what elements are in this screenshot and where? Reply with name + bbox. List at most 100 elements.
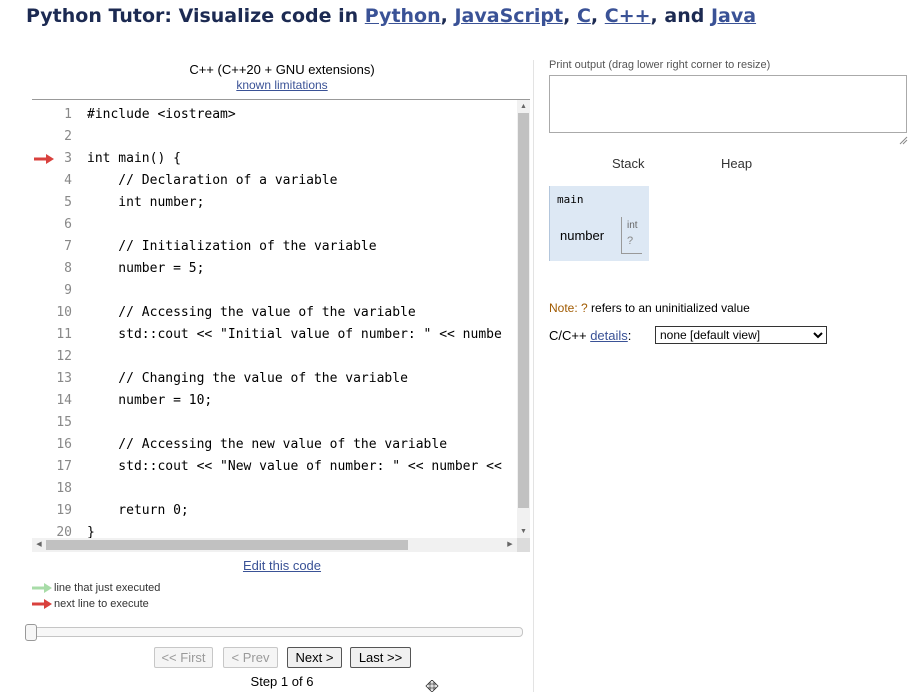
variable-value: ?: [627, 235, 634, 247]
java-link[interactable]: Java: [711, 5, 756, 27]
stack-frame-main: main number int ?: [549, 186, 649, 261]
next-button[interactable]: Next >: [287, 647, 342, 668]
code-line: 9: [32, 280, 515, 302]
code-lines: 1 #include <iostream> 2 3 int main() { 4 // D…: [32, 104, 515, 542]
frame-name: main: [557, 193, 584, 206]
line-number: 17: [56, 459, 72, 474]
code-line: 10 // Accessing the value of the variabl…: [32, 302, 515, 324]
title-sep: ,: [563, 5, 577, 27]
vertical-scrollbar[interactable]: ▲ ▼: [517, 100, 530, 538]
code-text: // Accessing the value of the variable: [87, 305, 416, 320]
code-text: int main() {: [87, 151, 181, 166]
line-number: 1: [64, 107, 72, 122]
page-title: Python Tutor: Visualize code in Python , …: [26, 5, 756, 27]
code-line: 7 // Initialization of the variable: [32, 236, 515, 258]
code-line: 2: [32, 126, 515, 148]
details-row: C/C++ details: none [default view]: [549, 326, 827, 344]
line-number: 12: [56, 349, 72, 364]
variable-name: number: [560, 228, 605, 243]
horizontal-scrollbar[interactable]: ◀ ▶: [32, 538, 517, 552]
code-text: number = 5;: [87, 261, 205, 276]
scrollbar-corner: [517, 538, 530, 552]
line-number: 8: [64, 261, 72, 276]
line-number: 15: [56, 415, 72, 430]
c-link[interactable]: C: [577, 5, 591, 27]
line-number: 9: [64, 283, 72, 298]
scroll-up-icon[interactable]: ▲: [517, 100, 530, 113]
details-select[interactable]: none [default view]: [655, 326, 827, 344]
line-number: 6: [64, 217, 72, 232]
executed-arrow-icon: [32, 583, 52, 593]
details-colon: :: [627, 328, 632, 343]
python-link[interactable]: Python: [365, 5, 441, 27]
code-line: 13 // Changing the value of the variable: [32, 368, 515, 390]
title-sep: , and: [650, 5, 711, 27]
legend-next-label: next line to execute: [54, 598, 149, 610]
uninitialized-note: Note: ? refers to an uninitialized value: [549, 301, 750, 315]
resize-grip-icon[interactable]: [898, 135, 908, 145]
prev-button[interactable]: < Prev: [223, 647, 278, 668]
code-line: 1 #include <iostream>: [32, 104, 515, 126]
code-line: 18: [32, 478, 515, 500]
code-text: std::cout << "New value of number: " << …: [87, 459, 502, 474]
language-label: C++ (C++20 + GNU extensions): [189, 62, 375, 77]
step-slider-track[interactable]: [26, 627, 523, 637]
line-number: 2: [64, 129, 72, 144]
code-line: 11 std::cout << "Initial value of number…: [32, 324, 515, 346]
code-text: std::cout << "Initial value of number: "…: [87, 327, 502, 342]
title-sep: ,: [440, 5, 455, 27]
variable-value-box: int ?: [621, 217, 642, 254]
move-cursor-icon: [425, 680, 439, 692]
line-number: 16: [56, 437, 72, 452]
code-text: // Initialization of the variable: [87, 239, 377, 254]
code-text: // Accessing the new value of the variab…: [87, 437, 448, 452]
known-limitations-link[interactable]: known limitations: [32, 78, 532, 92]
next-arrow-icon: [32, 599, 52, 609]
print-output-box[interactable]: [549, 75, 907, 133]
first-button[interactable]: << First: [154, 647, 213, 668]
scroll-right-icon[interactable]: ▶: [503, 538, 517, 552]
last-button[interactable]: Last >>: [350, 647, 411, 668]
legend-executed-label: line that just executed: [54, 582, 161, 594]
code-line: 17 std::cout << "New value of number: " …: [32, 456, 515, 478]
edit-code-link[interactable]: Edit this code: [32, 558, 532, 573]
heap-heading: Heap: [721, 156, 753, 171]
code-line: 5 int number;: [32, 192, 515, 214]
details-link[interactable]: details: [590, 328, 628, 343]
details-prefix: C/C++: [549, 328, 591, 343]
line-number: 4: [64, 173, 72, 188]
code-display: 1 #include <iostream> 2 3 int main() { 4 // D…: [32, 99, 530, 553]
note-prefix: Note:: [549, 301, 582, 315]
code-line: 3 int main() {: [32, 148, 515, 170]
line-number: 18: [56, 481, 72, 496]
code-line: 6: [32, 214, 515, 236]
title-sep: ,: [590, 5, 605, 27]
line-number: 3: [64, 151, 72, 166]
line-number: 14: [56, 393, 72, 408]
line-number: 11: [56, 327, 72, 342]
code-line: 12: [32, 346, 515, 368]
code-text: // Declaration of a variable: [87, 173, 338, 188]
title-prefix: Python Tutor: Visualize code in: [26, 5, 365, 27]
step-counter: Step 1 of 6: [250, 674, 314, 689]
panel-divider: [533, 60, 534, 692]
print-output-label: Print output (drag lower right corner to…: [549, 59, 771, 71]
javascript-link[interactable]: JavaScript: [454, 5, 563, 27]
note-text: refers to an uninitialized value: [587, 301, 750, 315]
code-line: 8 number = 5;: [32, 258, 515, 280]
code-line: 4 // Declaration of a variable: [32, 170, 515, 192]
code-text: number = 10;: [87, 393, 213, 408]
code-line: 16 // Accessing the new value of the var…: [32, 434, 515, 456]
code-line: 15: [32, 412, 515, 434]
code-text: int number;: [87, 195, 205, 210]
horizontal-scroll-thumb[interactable]: [46, 540, 408, 550]
scroll-down-icon[interactable]: ▼: [517, 525, 530, 538]
code-text: #include <iostream>: [87, 107, 236, 122]
line-number: 19: [56, 503, 72, 518]
step-slider-handle[interactable]: [25, 624, 37, 641]
code-line: 14 number = 10;: [32, 390, 515, 412]
scroll-left-icon[interactable]: ◀: [32, 538, 46, 552]
cpp-link[interactable]: C++: [605, 5, 651, 27]
vertical-scroll-thumb[interactable]: [518, 113, 529, 508]
line-number: 10: [56, 305, 72, 320]
